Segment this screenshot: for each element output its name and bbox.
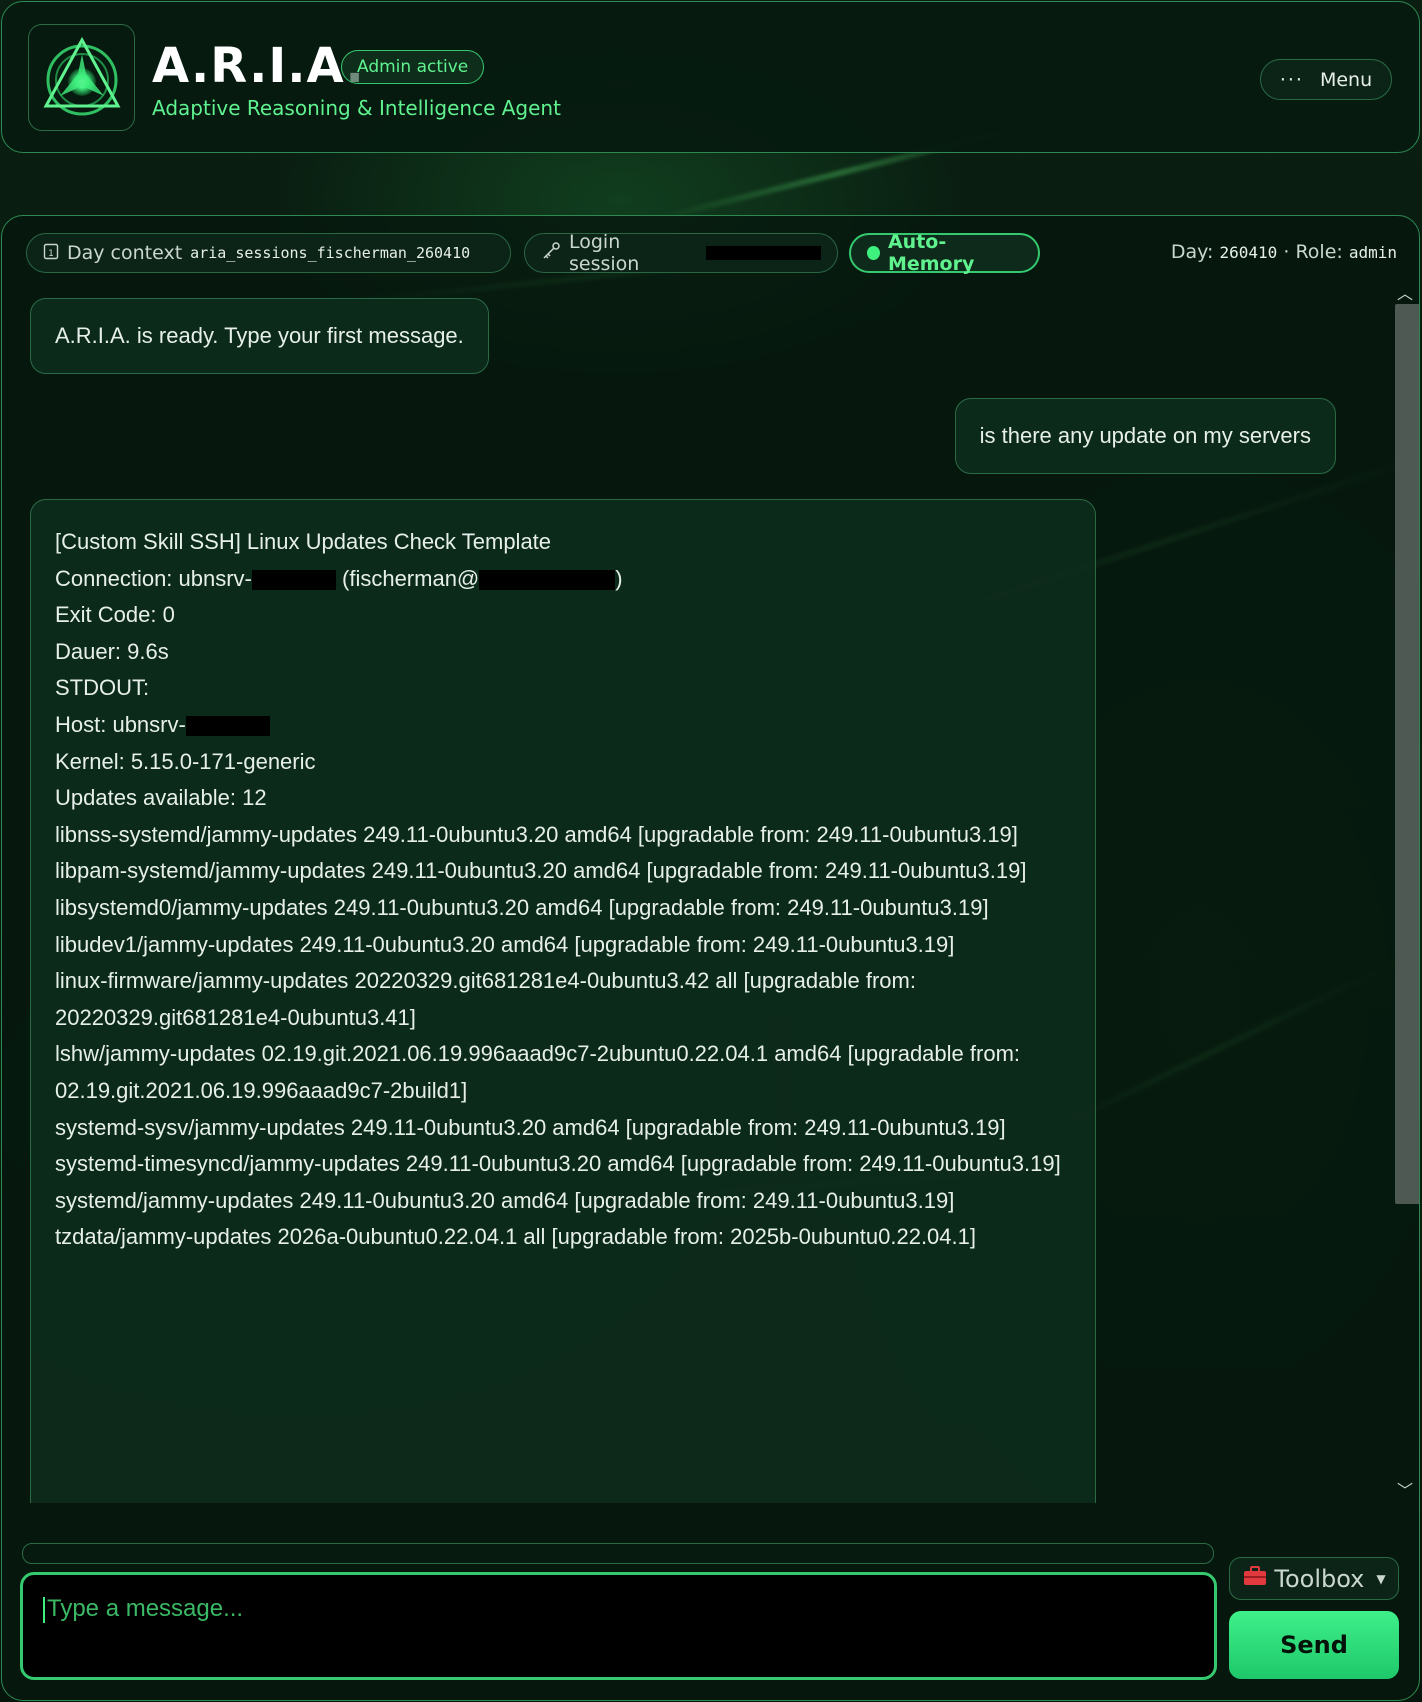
aria-logo bbox=[28, 24, 135, 131]
scroll-down-icon[interactable]: ﹀ bbox=[1397, 1477, 1413, 1501]
connection-prefix: Connection: ubnsrv- bbox=[55, 565, 252, 591]
chat-panel: 1 Day context aria_sessions_fischerman_2… bbox=[1, 215, 1420, 1701]
stdout-line: STDOUT: bbox=[55, 675, 150, 701]
menu-label: Menu bbox=[1319, 68, 1373, 91]
redacted-ip bbox=[479, 569, 616, 590]
send-button[interactable]: Send bbox=[1229, 1611, 1399, 1679]
login-session-chip[interactable]: Login session bbox=[524, 231, 838, 275]
caret-down-icon: ▼ bbox=[1376, 1571, 1386, 1586]
ssh-title-line: [Custom Skill SSH] Linux Updates Check T… bbox=[55, 529, 552, 554]
message-input[interactable]: Type a message... bbox=[20, 1572, 1217, 1680]
assistant-message: A.R.I.A. is ready. Type your first messa… bbox=[30, 298, 489, 374]
duration-line: Dauer: 9.6s bbox=[55, 638, 169, 664]
admin-status-badge: Admin active bbox=[341, 50, 485, 84]
day-context-label: Day context bbox=[67, 242, 183, 264]
message-list: A.R.I.A. is ready. Type your first messa… bbox=[2, 278, 1392, 1503]
key-icon bbox=[541, 241, 561, 266]
ellipsis-icon: ··· bbox=[1279, 68, 1304, 91]
status-dot-icon bbox=[867, 246, 880, 260]
calendar-icon: 1 bbox=[43, 242, 59, 265]
toolbox-icon bbox=[1242, 1565, 1268, 1593]
connection-line: Connection: ubnsrv- (fischerman@) bbox=[55, 561, 1071, 598]
auto-memory-label: Auto-Memory bbox=[887, 231, 975, 275]
redacted-session-id bbox=[705, 246, 821, 260]
app-header: A.R.I.A. Admin active Adaptive Reasoning… bbox=[1, 1, 1420, 153]
updates-count-line: Updates available: 12 bbox=[55, 785, 267, 811]
menu-button[interactable]: ··· Menu bbox=[1260, 59, 1392, 100]
toolbox-dropdown[interactable]: Toolbox ▼ bbox=[1229, 1557, 1399, 1600]
svg-text:1: 1 bbox=[48, 249, 54, 259]
redacted-hostname bbox=[251, 569, 336, 590]
role-label: Role: bbox=[1295, 241, 1343, 263]
user-message: is there any update on my servers bbox=[954, 398, 1336, 474]
role-value: admin bbox=[1348, 243, 1397, 262]
progress-bar bbox=[22, 1543, 1214, 1564]
message-placeholder: Type a message... bbox=[47, 1595, 244, 1622]
scrollbar-thumb[interactable] bbox=[1395, 304, 1419, 1204]
assistant-ssh-result-message: [Custom Skill SSH] Linux Updates Check T… bbox=[30, 499, 1096, 1503]
app-subtitle: Adaptive Reasoning & Intelligence Agent bbox=[152, 96, 561, 120]
package-list: libnss-systemd/jammy-updates 249.11-0ubu… bbox=[55, 821, 1061, 1250]
text-caret bbox=[43, 1596, 45, 1623]
host-prefix: Host: ubnsrv- bbox=[55, 711, 186, 737]
chat-scrollbar[interactable]: ︿ ﹀ bbox=[1389, 278, 1419, 1503]
toolbox-label: Toolbox bbox=[1274, 1564, 1365, 1593]
kernel-line: Kernel: 5.15.0-171-generic bbox=[55, 748, 316, 774]
auto-memory-toggle[interactable]: Auto-Memory bbox=[849, 231, 1040, 275]
redacted-hostname bbox=[185, 716, 270, 737]
separator: · bbox=[1283, 241, 1290, 263]
app-title: A.R.I.A. bbox=[152, 38, 365, 94]
day-context-chip[interactable]: 1 Day context aria_sessions_fischerman_2… bbox=[26, 233, 511, 273]
day-context-value: aria_sessions_fischerman_260410 bbox=[190, 244, 471, 262]
day-role-info: Day: 260410 · Role: admin bbox=[1171, 241, 1397, 263]
day-label: Day: bbox=[1170, 241, 1214, 263]
login-session-label: Login session bbox=[569, 231, 640, 275]
connection-close: ) bbox=[615, 565, 623, 591]
exit-code-line: Exit Code: 0 bbox=[55, 602, 175, 628]
connection-user: (fischerman@ bbox=[335, 565, 480, 591]
host-line: Host: ubnsrv- bbox=[55, 707, 1071, 744]
context-bar: 1 Day context aria_sessions_fischerman_2… bbox=[26, 231, 1397, 275]
day-value: 260410 bbox=[1219, 243, 1278, 262]
scroll-up-icon[interactable]: ︿ bbox=[1397, 280, 1413, 304]
